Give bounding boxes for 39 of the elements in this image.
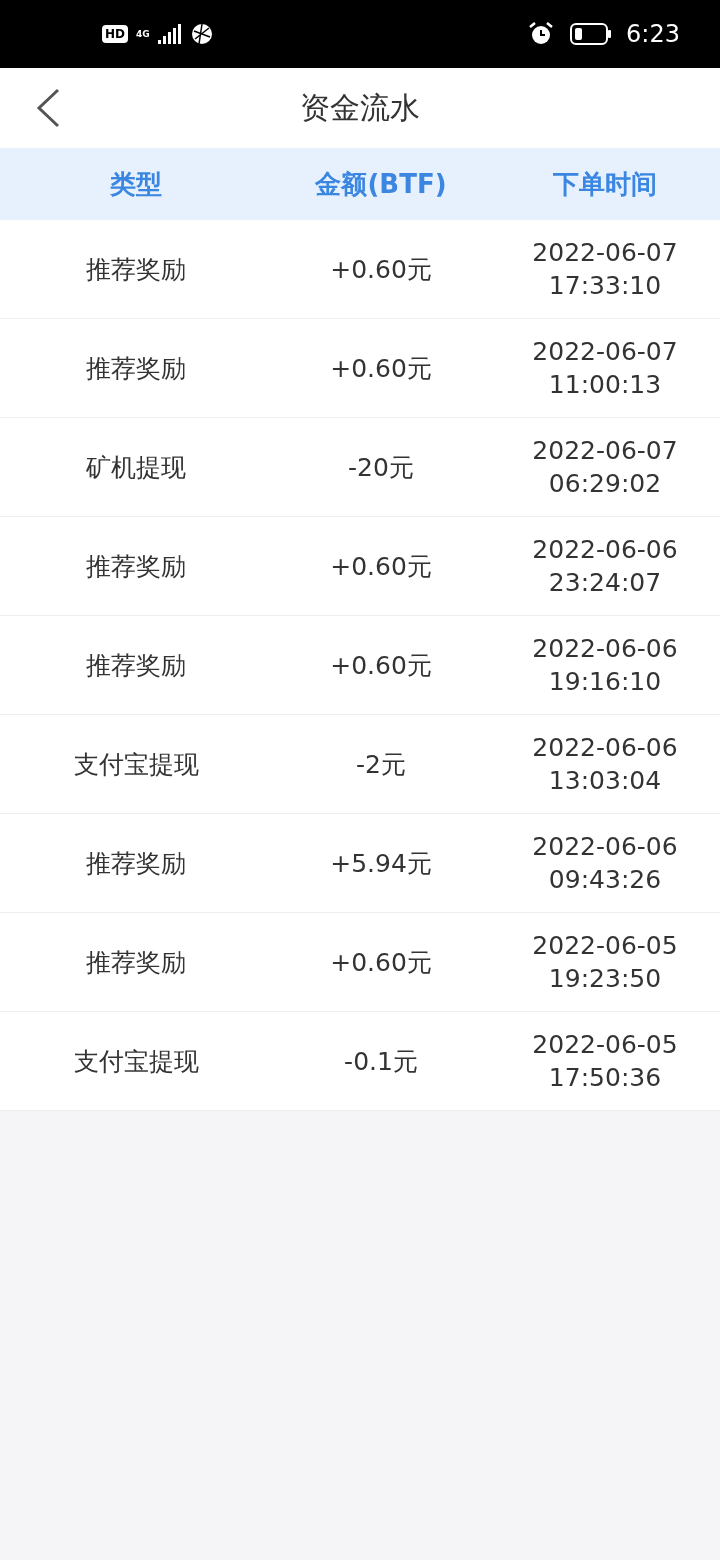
type-cell-text: 矿机提现 (86, 451, 186, 484)
type-cell-text: 推荐奖励 (86, 649, 186, 682)
column-header: 下单时间 (553, 167, 657, 201)
time-cell-text: 2022-06-07 17:33:10 (532, 237, 678, 302)
amount-cell-text: +0.60元 (330, 550, 432, 583)
type-cell-text: 支付宝提现 (73, 1045, 199, 1078)
type-cell-text: 推荐奖励 (86, 550, 186, 583)
time-cell-text: 2022-06-06 13:03:04 (532, 732, 678, 797)
amount-cell-text: +5.94元 (330, 847, 432, 880)
time-cell-text: 2022-06-05 19:23:50 (532, 930, 678, 995)
column-header: 金额(BTF) (315, 167, 447, 201)
globe-icon (189, 22, 214, 46)
amount-cell-text: +0.60元 (330, 253, 432, 286)
time-cell-text: 2022-06-06 19:16:10 (532, 633, 678, 698)
page-title: 资金流水 (300, 88, 420, 127)
amount-cell-text: +0.60元 (330, 946, 432, 979)
amount-cell-text: -2元 (356, 748, 406, 781)
time-cell-text: 2022-06-06 23:24:07 (532, 534, 678, 599)
type-cell-text: 推荐奖励 (86, 946, 186, 979)
type-cell-text: 推荐奖励 (86, 847, 186, 880)
time-cell-text: 2022-06-07 11:00:13 (532, 336, 678, 401)
battery-icon (570, 23, 613, 45)
network-type: 4G (136, 29, 150, 39)
amount-cell-text: -0.1元 (344, 1045, 418, 1078)
signal-icon (157, 24, 182, 44)
type-cell-text: 支付宝提现 (73, 748, 199, 781)
time-cell-text: 2022-06-07 06:29:02 (532, 435, 678, 500)
amount-cell-text: +0.60元 (330, 352, 432, 385)
back-icon[interactable] (36, 88, 60, 128)
clock-time: 6:23 (626, 20, 680, 48)
time-cell-text: 2022-06-06 09:43:26 (532, 831, 678, 896)
time-cell-text: 2022-06-05 17:50:36 (532, 1029, 678, 1094)
amount-cell-text: +0.60元 (330, 649, 432, 682)
hd-badge: HD (102, 25, 128, 43)
type-cell-text: 推荐奖励 (86, 352, 186, 385)
amount-cell-text: -20元 (348, 451, 414, 484)
column-header: 类型 (110, 167, 162, 201)
type-cell-text: 推荐奖励 (86, 253, 186, 286)
alarm-icon (528, 21, 555, 47)
